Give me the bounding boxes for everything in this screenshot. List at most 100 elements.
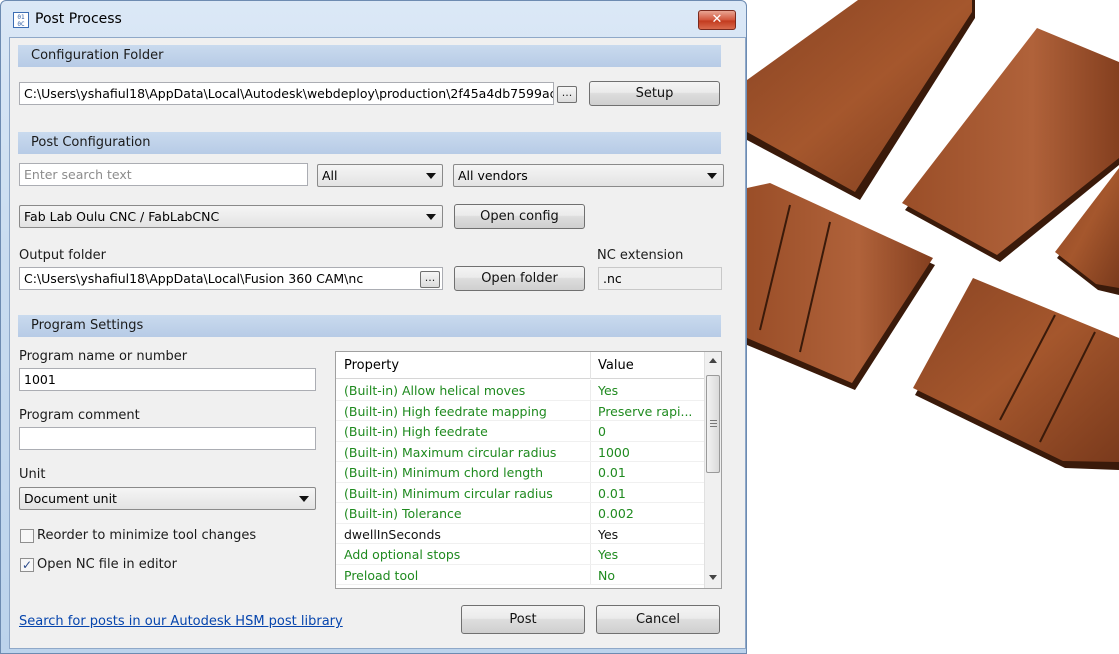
search-placeholder: Enter search text — [24, 167, 132, 182]
property-name: dwellInSeconds — [344, 526, 441, 542]
post-search-input[interactable]: Enter search text — [19, 163, 308, 186]
property-value[interactable]: 0.01 — [598, 486, 698, 501]
unit-label: Unit — [19, 467, 46, 482]
wood-panel-grooved — [747, 183, 935, 390]
cell-separator — [590, 564, 591, 584]
property-value[interactable]: 1000 — [598, 445, 698, 460]
open-nc-label[interactable]: Open NC file in editor — [37, 557, 177, 572]
property-value[interactable]: Yes — [598, 547, 698, 562]
properties-rows: (Built-in) Allow helical moves Yes (Built-… — [336, 380, 704, 585]
section-post-configuration: Post Configuration — [18, 132, 721, 154]
window-title: Post Process — [35, 11, 122, 27]
property-row[interactable]: Add optional stops Yes — [336, 544, 704, 565]
property-name: Add optional stops — [344, 547, 461, 562]
property-name: (Built-in) High feedrate mapping — [344, 403, 547, 419]
cell-separator — [590, 400, 591, 420]
scroll-down-icon[interactable] — [709, 575, 717, 580]
property-name: (Built-in) High feedrate — [344, 424, 488, 439]
grip-line — [710, 426, 717, 427]
output-folder-field[interactable]: C:\Users\yshafiul18\AppData\Local\Fusion… — [19, 267, 443, 290]
property-column-header[interactable]: Property — [344, 358, 399, 373]
property-value[interactable]: Yes — [598, 527, 698, 542]
post-processor-value: Fab Lab Oulu CNC / FabLabCNC — [24, 209, 220, 224]
setup-button[interactable]: Setup — [589, 81, 720, 106]
property-name: Preload tool — [344, 567, 419, 583]
chevron-down-icon — [707, 173, 717, 179]
property-value[interactable]: Yes — [598, 383, 698, 398]
properties-header: Property Value — [336, 352, 704, 379]
grip-line — [710, 423, 717, 424]
nc-extension-label: NC extension — [597, 248, 684, 263]
property-row[interactable]: (Built-in) Minimum circular radius 0.01 — [336, 482, 704, 503]
chevron-down-icon — [426, 214, 436, 220]
property-row[interactable]: (Built-in) High feedrate 0 — [336, 421, 704, 442]
nc-extension-field[interactable]: .nc — [598, 267, 722, 290]
program-name-input[interactable]: 1001 — [19, 368, 316, 391]
value-column-header[interactable]: Value — [598, 358, 634, 373]
output-folder-browse-button[interactable]: ... — [420, 271, 440, 288]
title-bar[interactable]: 01 0C Post Process ✕ — [1, 1, 746, 37]
property-name: (Built-in) Minimum circular radius — [344, 485, 553, 501]
program-name-label: Program name or number — [19, 349, 188, 364]
post-process-dialog: 01 0C Post Process ✕ Configuration Folde… — [0, 0, 747, 654]
properties-grid[interactable]: Property Value (Built-in) Allow helical … — [335, 351, 722, 589]
property-row[interactable]: (Built-in) Allow helical moves Yes — [336, 380, 704, 401]
property-value[interactable]: No — [598, 568, 698, 583]
unit-select[interactable]: Document unit — [19, 487, 316, 510]
post-processor-select[interactable]: Fab Lab Oulu CNC / FabLabCNC — [19, 205, 443, 228]
property-row[interactable]: (Built-in) Maximum circular radius 1000 — [336, 441, 704, 462]
cell-separator — [590, 421, 591, 441]
properties-scrollbar[interactable] — [704, 352, 721, 588]
cell-separator — [590, 462, 591, 482]
property-row[interactable]: (Built-in) High feedrate mapping Preserve… — [336, 400, 704, 421]
property-row[interactable]: dwellInSeconds Yes — [336, 523, 704, 544]
property-row[interactable]: Preload tool No — [336, 564, 704, 585]
program-comment-input[interactable] — [19, 427, 316, 450]
column-separator[interactable] — [590, 352, 591, 379]
section-configuration-folder: Configuration Folder — [18, 45, 721, 67]
app-icon: 01 0C — [13, 12, 29, 28]
program-comment-label: Program comment — [19, 408, 140, 423]
chevron-down-icon — [426, 173, 436, 179]
scrollbar-thumb[interactable] — [706, 375, 720, 473]
property-value[interactable]: 0.002 — [598, 506, 698, 521]
property-row[interactable]: (Built-in) Tolerance 0.002 — [336, 503, 704, 524]
property-name: (Built-in) Allow helical moves — [344, 383, 526, 398]
open-folder-button[interactable]: Open folder — [454, 266, 585, 291]
close-button[interactable]: ✕ — [698, 10, 736, 30]
wood-panel-grooved — [913, 278, 1119, 470]
property-name: (Built-in) Tolerance — [344, 506, 462, 521]
vendor-select[interactable]: All vendors — [453, 164, 724, 187]
config-folder-browse-button[interactable]: ... — [557, 86, 577, 103]
chevron-down-icon — [299, 496, 309, 502]
property-row[interactable]: (Built-in) Minimum chord length 0.01 — [336, 462, 704, 483]
open-config-button[interactable]: Open config — [454, 204, 585, 229]
property-value[interactable]: Preserve rapi... — [598, 404, 698, 419]
cell-separator — [590, 482, 591, 502]
property-name: (Built-in) Maximum circular radius — [344, 444, 557, 460]
cell-separator — [590, 380, 591, 400]
property-value[interactable]: 0.01 — [598, 465, 698, 480]
post-button[interactable]: Post — [461, 605, 585, 634]
cell-separator — [590, 503, 591, 523]
reorder-checkbox[interactable] — [20, 529, 34, 543]
config-folder-path-field[interactable]: C:\Users\yshafiul18\AppData\Local\Autode… — [19, 82, 554, 105]
reorder-label[interactable]: Reorder to minimize tool changes — [37, 528, 256, 543]
cell-separator — [590, 544, 591, 564]
open-nc-checkbox[interactable]: ✓ — [20, 558, 34, 572]
cancel-button[interactable]: Cancel — [596, 605, 720, 634]
post-library-link[interactable]: Search for posts in our Autodesk HSM pos… — [19, 614, 343, 629]
dialog-client-area: Configuration Folder C:\Users\yshafiul18… — [9, 37, 746, 649]
cell-separator — [590, 441, 591, 461]
scroll-up-icon[interactable] — [709, 358, 717, 363]
vendor-value: All vendors — [458, 168, 528, 183]
grip-line — [710, 420, 717, 421]
property-name: (Built-in) Minimum chord length — [344, 465, 543, 480]
post-filter-select[interactable]: All — [317, 164, 443, 187]
output-folder-label: Output folder — [19, 248, 107, 263]
property-value[interactable]: 0 — [598, 424, 698, 439]
post-filter-value: All — [322, 168, 338, 183]
section-program-settings: Program Settings — [18, 315, 721, 337]
unit-value: Document unit — [24, 491, 117, 506]
cell-separator — [590, 523, 591, 543]
